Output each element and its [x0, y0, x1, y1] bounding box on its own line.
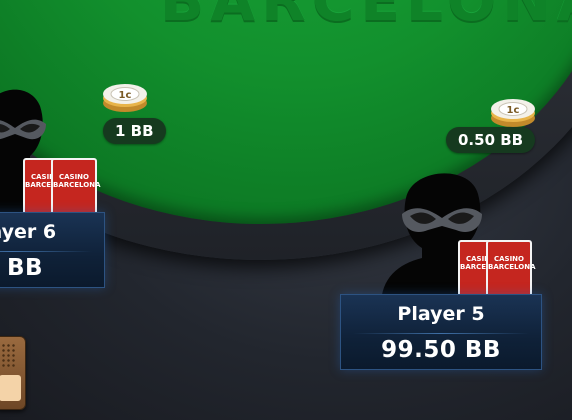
chip-stack-icon: 1c: [491, 99, 535, 127]
plate-divider: [0, 251, 92, 252]
plate-divider: [353, 333, 529, 334]
bet-amount-player-5: 0.50 BB: [446, 127, 536, 153]
player-5-name: Player 5: [397, 303, 485, 325]
grip-icon: [1, 343, 15, 369]
side-button-panel: [0, 375, 21, 401]
player-5-stack: 99.50 BB: [381, 337, 501, 363]
poker-table-scene: BARCELONA 1c 1 BB 1c 0.50 BB CASINO BARCE…: [0, 0, 572, 420]
player-6-plate[interactable]: Player 6 3 BB: [0, 212, 105, 288]
chip-value: 1c: [507, 105, 520, 116]
player-6-stack: 3 BB: [0, 255, 44, 281]
felt-logo-text: BARCELONA: [160, 0, 572, 34]
player-5-card-2: CASINO BARCELONA: [486, 240, 536, 300]
player-6-name: Player 6: [0, 221, 57, 243]
side-menu-button[interactable]: [0, 336, 26, 410]
player-6-card-2: CASINO BARCELONA: [51, 158, 101, 218]
player-5-plate[interactable]: Player 5 99.50 BB: [340, 294, 542, 370]
chip-stack-icon: 1c: [103, 84, 147, 112]
chip-value: 1c: [119, 90, 132, 101]
bet-amount-player-6: 1 BB: [103, 118, 166, 144]
